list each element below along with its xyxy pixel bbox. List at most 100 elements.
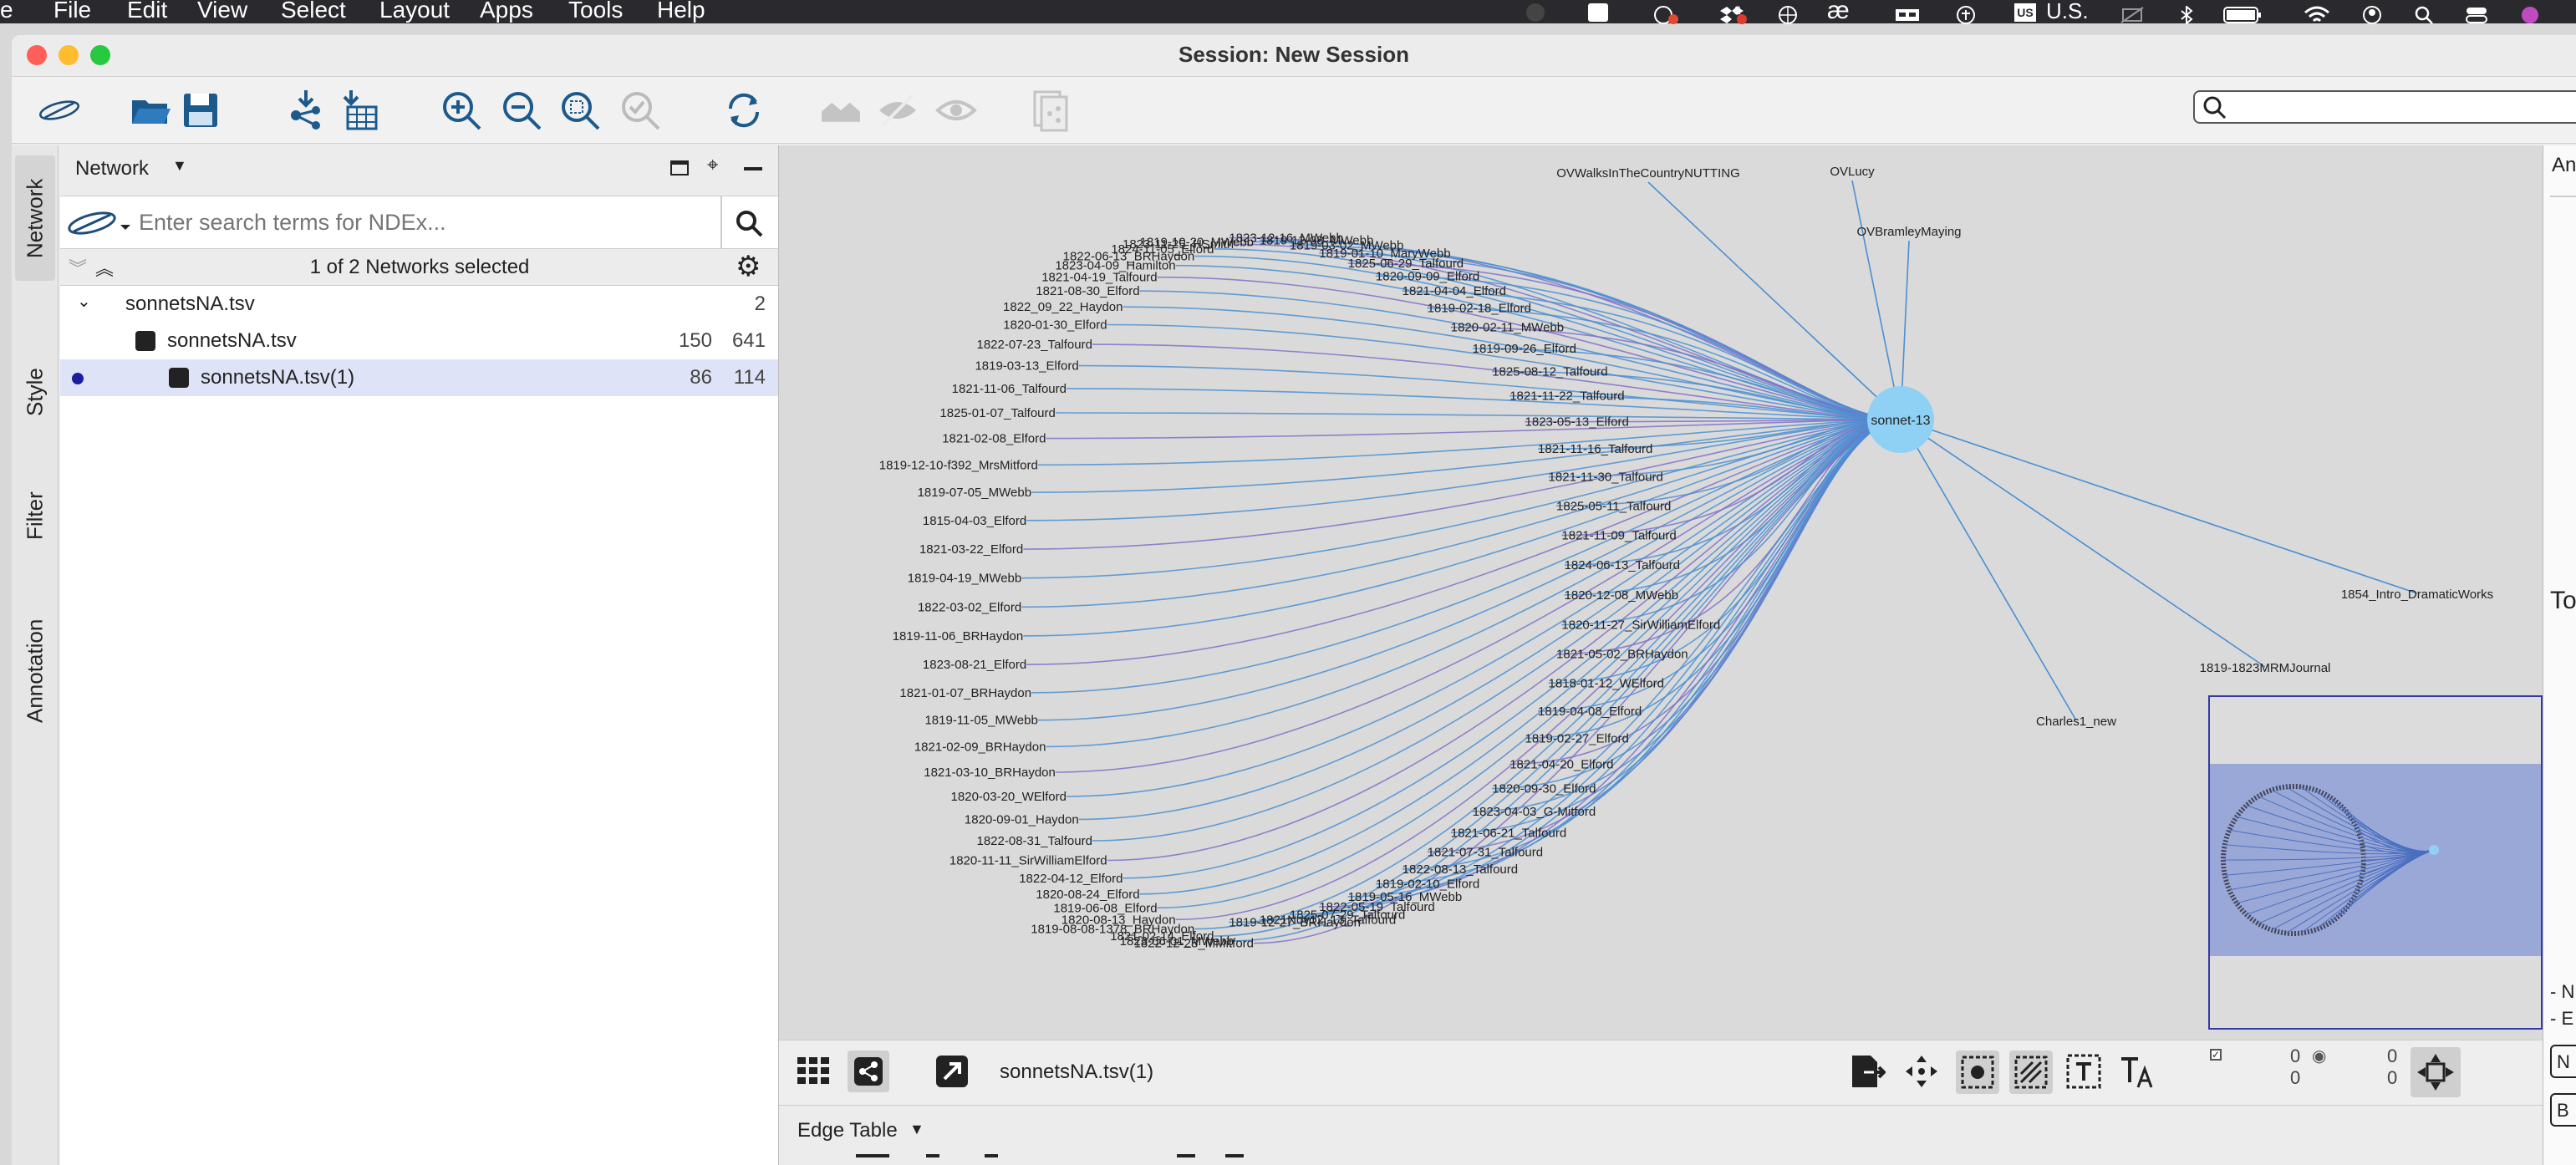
- navigator-toggle-button[interactable]: [2411, 1047, 2461, 1097]
- gear-icon[interactable]: ⚙: [736, 252, 761, 281]
- right-node-label[interactable]: 1821-06-21_Talfourd: [1451, 826, 1566, 840]
- left-node-label[interactable]: 1822-12-28_MMitford: [1134, 937, 1254, 951]
- left-node-label[interactable]: 1815-04-03_Elford: [923, 514, 1026, 528]
- left-node-label[interactable]: 1822-08-31_Talfourd: [977, 834, 1092, 848]
- left-node-label[interactable]: 1819-07-05_MWebb: [918, 486, 1031, 500]
- bed-icon[interactable]: [1894, 3, 1921, 22]
- right-node-label[interactable]: 1820-09-30_Elford: [1492, 782, 1596, 796]
- table-toolbar-icon[interactable]: [985, 1154, 998, 1165]
- left-node-label[interactable]: 1820-03-20_WElford: [951, 790, 1067, 804]
- outer-node-label[interactable]: OVBramleyMaying: [1856, 225, 1961, 239]
- right-node-label[interactable]: 1821-04-20_Elford: [1509, 757, 1613, 771]
- left-node-label[interactable]: 1821-02-09_BRHaydon: [914, 740, 1046, 754]
- zoom-out-icon[interactable]: [496, 85, 547, 135]
- left-node-label[interactable]: 1819-11-05_MWebb: [924, 714, 1037, 728]
- left-node-label[interactable]: 1820-09-01_Haydon: [965, 812, 1079, 827]
- edge-table-title[interactable]: Edge Table: [797, 1119, 898, 1142]
- menu-edit[interactable]: Edit: [127, 0, 167, 23]
- menu-select[interactable]: Select: [281, 0, 346, 23]
- tree-item-collection[interactable]: ⌄ sonnetsNA.tsv 2: [60, 286, 778, 323]
- menu-file[interactable]: File: [53, 0, 91, 23]
- pin-icon[interactable]: ⌖: [707, 154, 719, 177]
- right-node-label[interactable]: 1820-11-27_SirWilliamElford: [1561, 618, 1720, 633]
- spotlight-icon[interactable]: [2414, 3, 2434, 24]
- left-node-label[interactable]: 1819-12-10-f392_MrsMitford: [879, 458, 1038, 472]
- outer-node-label[interactable]: OVWalksInTheCountryNUTTING: [1556, 166, 1740, 181]
- menu-tools[interactable]: Tools: [568, 0, 623, 23]
- left-node-label[interactable]: 1821-08-30_Elford: [1036, 284, 1139, 298]
- right-node-label[interactable]: 1823-04-03_G-Mitford: [1473, 805, 1596, 819]
- left-node-label[interactable]: 1819-04-19_MWebb: [908, 572, 1021, 586]
- left-node-label[interactable]: 1822-07-23_Talfourd: [977, 338, 1092, 352]
- bird-eye-view[interactable]: [2208, 695, 2543, 1030]
- left-node-label[interactable]: 1820-01-30_Elford: [1003, 318, 1107, 333]
- record-icon[interactable]: [1526, 3, 1545, 22]
- edge[interactable]: [1900, 419, 2077, 721]
- float-panel-icon[interactable]: [670, 160, 689, 176]
- edge[interactable]: [1900, 419, 2266, 668]
- left-node-label[interactable]: 1821-01-07_BRHaydon: [899, 686, 1031, 700]
- edge[interactable]: [1194, 419, 1901, 930]
- dropbox-icon[interactable]: [1717, 3, 1747, 24]
- ndex-logo-icon[interactable]: [30, 85, 89, 135]
- outer-node-label[interactable]: OVLucy: [1830, 165, 1875, 179]
- siri-icon[interactable]: [2517, 3, 2543, 23]
- edge[interactable]: [1037, 419, 1901, 466]
- menu-view[interactable]: View: [197, 0, 247, 23]
- edge[interactable]: [1023, 419, 1901, 550]
- right-node-label[interactable]: 1823-05-13_Elford: [1525, 415, 1629, 430]
- results-button-2[interactable]: B: [2550, 1093, 2576, 1127]
- edge[interactable]: [1851, 180, 1901, 420]
- tray-app-icon[interactable]: [1652, 3, 1680, 24]
- select-annotations-icon[interactable]: [2064, 1052, 2103, 1095]
- minimize-panel-icon[interactable]: [744, 167, 762, 170]
- outer-node-label[interactable]: 1819-1823MRMJournal: [2200, 661, 2331, 675]
- right-node-label[interactable]: 1818-01-12_WElford: [1549, 676, 1664, 690]
- checkbox-icon[interactable]: ✓: [2210, 1049, 2222, 1061]
- right-node-label[interactable]: 1821-11-30_Talfourd: [1549, 471, 1663, 485]
- results-tab[interactable]: An: [2552, 154, 2576, 177]
- wifi-icon[interactable]: [2304, 3, 2330, 23]
- left-node-label[interactable]: 1825-01-07_Talfourd: [939, 406, 1055, 420]
- text-format-icon[interactable]: [2118, 1052, 2156, 1095]
- left-node-label[interactable]: 1821-02-08_Elford: [942, 432, 1046, 446]
- ndex-search-input[interactable]: [139, 203, 715, 242]
- tree-item-network-selected[interactable]: sonnetsNA.tsv(1) 86 114: [60, 359, 778, 396]
- zoom-in-icon[interactable]: [436, 85, 486, 135]
- right-node-label[interactable]: 1821-11-09_Talfourd: [1561, 528, 1676, 542]
- edge[interactable]: [1900, 419, 2418, 594]
- table-toolbar-icon[interactable]: [856, 1154, 889, 1165]
- menu-help[interactable]: Help: [657, 0, 705, 23]
- import-table-icon[interactable]: [333, 85, 383, 135]
- network-view-button[interactable]: [848, 1051, 889, 1092]
- select-edges-button[interactable]: [2009, 1051, 2053, 1094]
- right-node-label[interactable]: 1821-11-16_Talfourd: [1538, 442, 1652, 456]
- control-center-icon[interactable]: [2466, 3, 2487, 23]
- right-node-label[interactable]: 1819-02-18_Elford: [1428, 302, 1531, 316]
- open-folder-icon[interactable]: [125, 85, 176, 135]
- search-icon[interactable]: [734, 208, 764, 242]
- user-icon[interactable]: [2362, 3, 2382, 24]
- ndex-source-icon[interactable]: [65, 205, 132, 246]
- tab-filter[interactable]: Filter: [15, 466, 55, 565]
- app-menu[interactable]: e: [0, 0, 13, 23]
- chevron-down-icon[interactable]: ▼: [172, 157, 187, 175]
- zoom-fit-icon[interactable]: [555, 85, 605, 135]
- left-node-label[interactable]: 1821-03-10_BRHaydon: [924, 766, 1056, 780]
- global-search-input[interactable]: [2193, 90, 2576, 124]
- right-node-label[interactable]: 1825-05-11_Talfourd: [1556, 499, 1671, 513]
- save-icon[interactable]: [176, 85, 226, 135]
- left-node-label[interactable]: 1823-08-21_Elford: [923, 658, 1026, 672]
- tab-style[interactable]: Style: [15, 346, 55, 438]
- table-toolbar-icon[interactable]: [926, 1154, 939, 1165]
- chevron-down-icon[interactable]: ⌄: [77, 291, 91, 312]
- left-node-label[interactable]: 1820-11-11_SirWilliamElford: [949, 853, 1107, 867]
- right-node-label[interactable]: 1819-04-08_Elford: [1538, 705, 1642, 719]
- outer-node-label[interactable]: Charles1_new: [2036, 715, 2116, 729]
- left-node-label[interactable]: 1821-11-06_Talfourd: [952, 382, 1067, 396]
- right-node-label[interactable]: 1820-12-08_MWebb: [1565, 588, 1678, 603]
- tree-item-network[interactable]: sonnetsNA.tsv 150 641: [60, 323, 778, 359]
- right-node-label[interactable]: 1821-04-04_Elford: [1403, 284, 1506, 298]
- bluetooth-icon[interactable]: [2178, 3, 2195, 26]
- export-icon[interactable]: [1847, 1052, 1886, 1095]
